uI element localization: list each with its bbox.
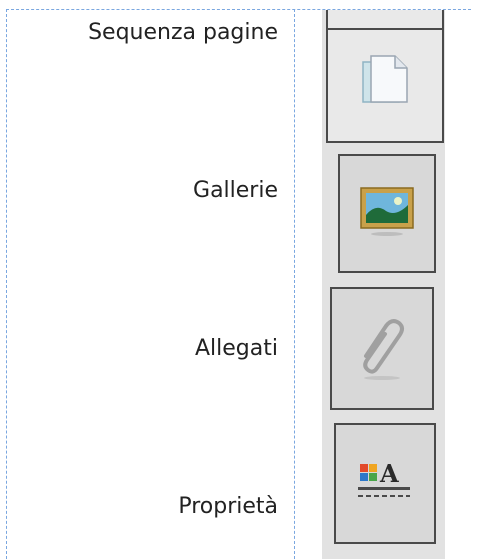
guide-middle: [294, 9, 295, 559]
guide-left: [6, 9, 7, 559]
label-sequenza-pagine: Sequenza pagine: [88, 20, 278, 45]
properties-icon: A: [354, 454, 416, 514]
label-gallerie: Gallerie: [193, 178, 278, 203]
tab-gallerie[interactable]: [338, 154, 436, 273]
gallery-icon: [357, 182, 417, 246]
svg-text:A: A: [379, 459, 399, 488]
tab-proprieta[interactable]: A: [334, 423, 436, 544]
tab-sequenza-pagine[interactable]: [326, 10, 444, 143]
label-proprieta: Proprietà: [178, 494, 278, 519]
pages-icon: [359, 52, 411, 114]
paperclip-icon: [352, 312, 412, 386]
tab-top-edge: [328, 28, 442, 30]
label-allegati: Allegati: [195, 336, 278, 361]
tab-allegati[interactable]: [330, 287, 434, 410]
